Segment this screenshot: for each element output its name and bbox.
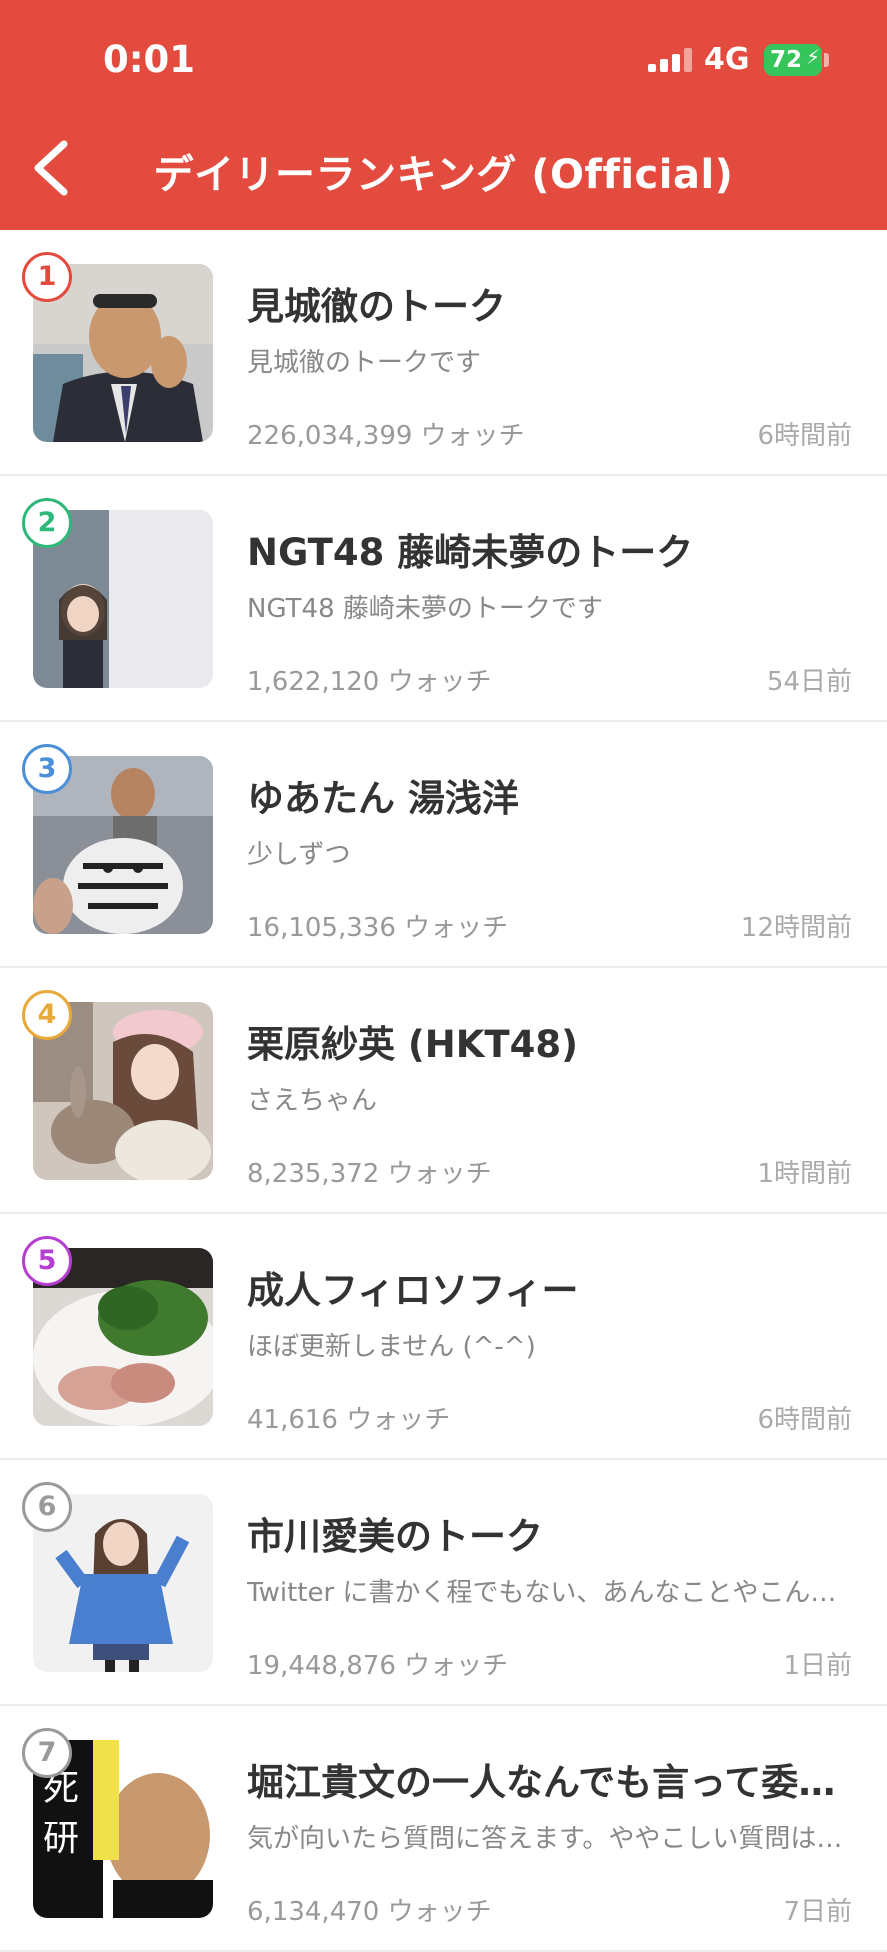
talk-description: NGT48 藤崎未夢のトークです bbox=[247, 594, 603, 624]
rank-badge: 6 bbox=[22, 1482, 72, 1532]
updated-time: 1日前 bbox=[783, 1651, 852, 1681]
status-time: 0:01 bbox=[103, 38, 196, 81]
signal-bars-icon bbox=[648, 48, 694, 72]
ranking-item-2[interactable]: 2 NGT48 藤崎未夢のトーク NGT48 藤崎未夢のトークです 1,622,… bbox=[0, 476, 887, 722]
watch-count: 16,105,336 ウォッチ bbox=[247, 913, 509, 943]
ranking-item-4[interactable]: 4 栗原紗英 (HKT48) さえちゃん 8,235,372 ウォッチ 1時間前 bbox=[0, 968, 887, 1214]
talk-name: 成人フィロソフィー bbox=[247, 1269, 579, 1312]
rank-badge: 3 bbox=[22, 744, 72, 794]
ranking-item-6[interactable]: 6 市川愛美のトーク Twitter に書かく程でもない、あんなことやこんなこと… bbox=[0, 1460, 887, 1706]
talk-description: ほぼ更新しません (^-^) bbox=[247, 1332, 536, 1362]
rank-badge: 7 bbox=[22, 1728, 72, 1778]
rank-badge: 1 bbox=[22, 252, 72, 302]
talk-name: ゆあたん 湯浅洋 bbox=[247, 777, 519, 820]
updated-time: 12時間前 bbox=[740, 913, 852, 943]
charging-bolt-icon: ⚡ bbox=[806, 45, 821, 69]
watch-count: 19,448,876 ウォッチ bbox=[247, 1651, 509, 1681]
talk-description: Twitter に書かく程でもない、あんなことやこんなこと bbox=[247, 1578, 852, 1608]
talk-name: 市川愛美のトーク bbox=[247, 1515, 543, 1558]
rank-badge: 5 bbox=[22, 1236, 72, 1286]
watch-count: 1,622,120 ウォッチ bbox=[247, 667, 492, 697]
svg-text:研: 研 bbox=[43, 1818, 79, 1859]
network-type: 4G bbox=[704, 42, 750, 77]
ranking-item-3[interactable]: 3 ゆあたん 湯浅洋 少しずつ 16,105,336 ウォッチ 12時間前 bbox=[0, 722, 887, 968]
updated-time: 7日前 bbox=[783, 1897, 852, 1927]
talk-description: 気が向いたら質問に答えます。ややこしい質問は答えません bbox=[247, 1824, 852, 1854]
battery-tip bbox=[824, 53, 829, 67]
battery-level: 72 bbox=[770, 47, 803, 73]
ranking-list: 1 見城徹のトーク 見城徹のトークです 226,034,399 ウォッチ 6時間… bbox=[0, 230, 887, 1952]
talk-name: 堀江貴文の一人なんでも言って委員会 bbox=[247, 1761, 852, 1804]
watch-count: 8,235,372 ウォッチ bbox=[247, 1159, 492, 1189]
rank-badge: 2 bbox=[22, 498, 72, 548]
watch-count: 41,616 ウォッチ bbox=[247, 1405, 451, 1435]
ranking-item-7[interactable]: 死 研 7 堀江貴文の一人なんでも言って委員会 気が向いたら質問に答えます。やや… bbox=[0, 1706, 887, 1952]
talk-description: さえちゃん bbox=[247, 1086, 378, 1116]
updated-time: 54日前 bbox=[766, 667, 852, 697]
updated-time: 1時間前 bbox=[757, 1159, 852, 1189]
watch-count: 6,134,470 ウォッチ bbox=[247, 1897, 492, 1927]
updated-time: 6時間前 bbox=[757, 1405, 852, 1435]
updated-time: 6時間前 bbox=[757, 421, 852, 451]
talk-description: 少しずつ bbox=[247, 840, 351, 870]
talk-name: 栗原紗英 (HKT48) bbox=[247, 1023, 579, 1066]
ranking-item-5[interactable]: 5 成人フィロソフィー ほぼ更新しません (^-^) 41,616 ウォッチ 6… bbox=[0, 1214, 887, 1460]
page-title: デイリーランキング (Official) bbox=[153, 152, 734, 198]
talk-description: 見城徹のトークです bbox=[247, 348, 482, 378]
ranking-item-1[interactable]: 1 見城徹のトーク 見城徹のトークです 226,034,399 ウォッチ 6時間… bbox=[0, 230, 887, 476]
watch-count: 226,034,399 ウォッチ bbox=[247, 421, 525, 451]
app-header: 0:01 4G 72 ⚡ デイリーランキング (Official) bbox=[0, 0, 887, 230]
rank-badge: 4 bbox=[22, 990, 72, 1040]
talk-name: NGT48 藤崎未夢のトーク bbox=[247, 531, 694, 574]
talk-name: 見城徹のトーク bbox=[247, 285, 506, 328]
